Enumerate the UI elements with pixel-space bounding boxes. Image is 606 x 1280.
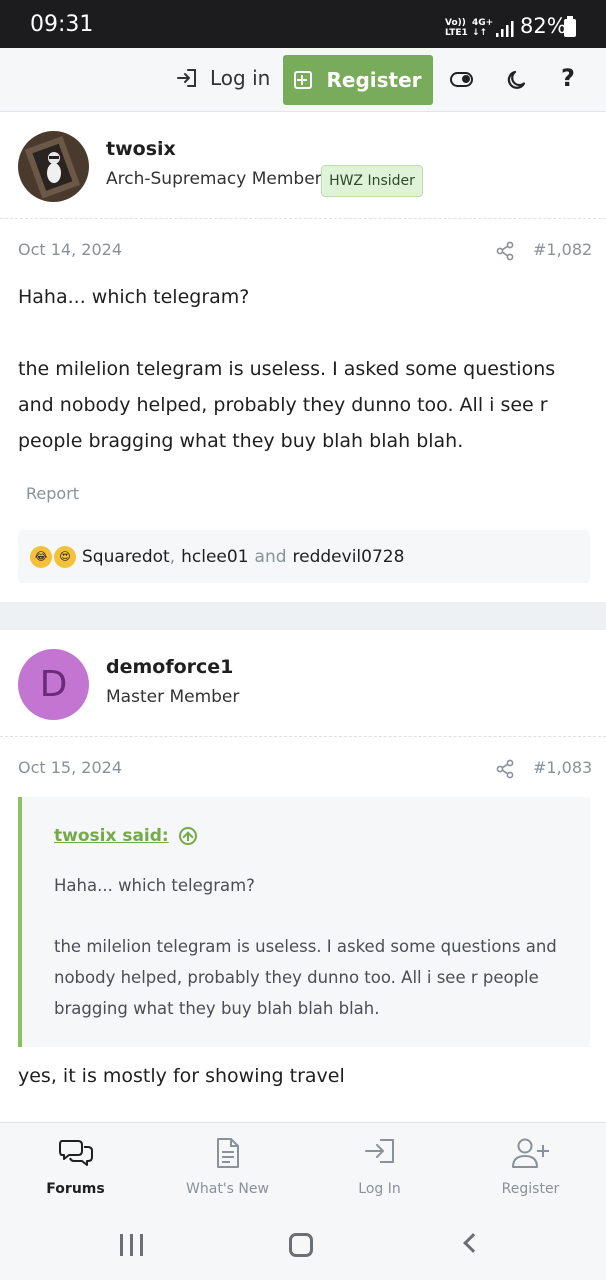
- jump-to-post-icon[interactable]: [178, 827, 197, 845]
- post-text: the milelion telegram is useless. I aske…: [18, 358, 556, 452]
- quote-text: the milelion telegram is useless. I aske…: [54, 937, 557, 1018]
- reaction-user[interactable]: reddevil0728: [293, 547, 405, 567]
- heart-eyes-emoji-icon: 😍: [54, 545, 76, 568]
- avatar[interactable]: [18, 131, 89, 202]
- login-link[interactable]: Log in: [176, 66, 270, 90]
- avatar-letter: D: [39, 664, 68, 705]
- status-time: 09:31: [30, 12, 94, 37]
- quote-text: Haha... which telegram?: [54, 876, 255, 895]
- post-text: yes, it is mostly for showing travel: [18, 1065, 345, 1087]
- chat-bubbles-icon: [58, 1140, 93, 1166]
- system-nav-bar: [0, 1210, 606, 1280]
- help-icon[interactable]: ?: [561, 64, 575, 92]
- post: twosix Arch-Supremacy Member HWZ Insider…: [0, 112, 606, 602]
- share-icon[interactable]: [496, 241, 514, 261]
- report-link[interactable]: Report: [26, 484, 79, 503]
- status-bar: 09:31 Vo)) LTE1 4G+ ↓↑ 82%: [0, 0, 606, 48]
- login-label: Log in: [210, 66, 271, 90]
- reactions-bar[interactable]: 😂 😍 Squaredot , hclee01 and reddevil0728: [18, 530, 590, 583]
- tab-whats-new[interactable]: What's New: [152, 1123, 303, 1211]
- battery-icon: [564, 16, 576, 37]
- tab-log-in[interactable]: Log In: [304, 1123, 455, 1211]
- register-button[interactable]: Register: [283, 55, 433, 105]
- reaction-user[interactable]: hclee01: [181, 547, 248, 567]
- recents-icon[interactable]: [120, 1234, 143, 1256]
- reaction-user[interactable]: Squaredot: [82, 547, 170, 567]
- avatar[interactable]: D: [18, 649, 89, 720]
- top-nav: Log in Register ?: [0, 48, 606, 112]
- plus-icon: [294, 71, 313, 89]
- document-icon: [216, 1138, 239, 1168]
- post: D demoforce1 Master Member Oct 15, 2024 …: [0, 630, 606, 1125]
- user-title: Master Member: [106, 687, 240, 707]
- username[interactable]: twosix: [106, 138, 176, 160]
- post-date[interactable]: Oct 14, 2024: [18, 240, 122, 259]
- user-title: Arch-Supremacy Member: [106, 169, 322, 189]
- user-badge: HWZ Insider: [321, 165, 423, 197]
- reaction-conjunction: and: [254, 546, 287, 567]
- post-number[interactable]: #1,082: [533, 240, 592, 259]
- tab-forums[interactable]: Forums: [0, 1123, 151, 1211]
- post-header: twosix Arch-Supremacy Member HWZ Insider: [0, 112, 606, 219]
- login-arrow-icon: [364, 1139, 394, 1163]
- network-type-indicator: 4G+ ↓↑: [472, 18, 494, 38]
- post-date[interactable]: Oct 15, 2024: [18, 758, 122, 777]
- username[interactable]: demoforce1: [106, 656, 233, 678]
- quote-author-link[interactable]: twosix said:: [54, 826, 197, 846]
- battery-percent: 82%: [520, 14, 567, 38]
- post-text: Haha... which telegram?: [18, 286, 250, 308]
- login-icon: [177, 69, 196, 87]
- moon-icon[interactable]: [505, 68, 529, 92]
- signal-icon: [496, 21, 514, 37]
- tab-label: Forums: [46, 1181, 105, 1197]
- tab-label: Log In: [358, 1181, 401, 1197]
- quote-block: twosix said: Haha... which telegram? the…: [18, 797, 590, 1047]
- volte-indicator: Vo)) LTE1: [445, 18, 468, 38]
- tab-register[interactable]: Register: [455, 1123, 606, 1211]
- post-header: D demoforce1 Master Member: [0, 630, 606, 737]
- style-toggle-icon[interactable]: [450, 72, 473, 87]
- share-icon[interactable]: [496, 759, 514, 779]
- post-number[interactable]: #1,083: [533, 758, 592, 777]
- reaction-separator: ,: [169, 546, 176, 567]
- tab-label: What's New: [186, 1181, 269, 1197]
- home-icon[interactable]: [289, 1233, 313, 1257]
- back-icon[interactable]: [463, 1233, 483, 1253]
- bottom-tab-bar: Forums What's New Log In Register: [0, 1122, 606, 1210]
- tab-label: Register: [501, 1181, 560, 1197]
- laughing-emoji-icon: 😂: [30, 545, 52, 568]
- add-user-icon: [511, 1138, 549, 1168]
- register-label: Register: [326, 68, 422, 92]
